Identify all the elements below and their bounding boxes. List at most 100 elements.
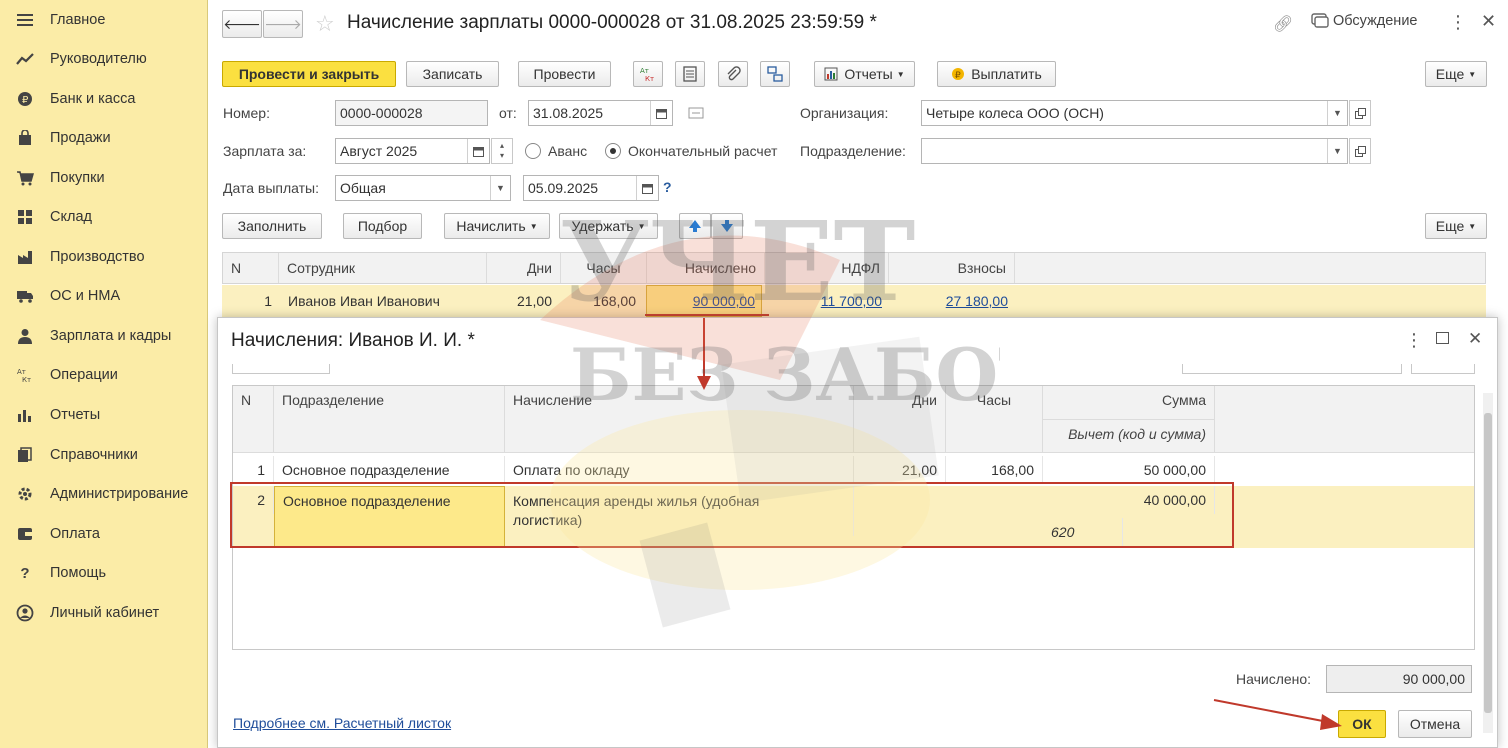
col-days[interactable]: Дни (854, 386, 946, 453)
col-accrual[interactable]: Начисление (505, 386, 854, 453)
grid-more-button[interactable]: Еще ▼ (1425, 213, 1487, 239)
col-days[interactable]: Дни (487, 253, 561, 283)
col-empty (1215, 386, 1474, 453)
paydate-field[interactable]: 05.09.2025 (523, 175, 659, 201)
col-hours[interactable]: Часы (561, 253, 647, 283)
col-sum[interactable]: Сумма (1043, 386, 1215, 420)
calendar-icon[interactable] (467, 139, 489, 163)
cancel-button[interactable]: Отмена (1398, 710, 1472, 738)
sidebar-item-sales[interactable]: Продажи (0, 120, 208, 156)
fill-button[interactable]: Заполнить (222, 213, 322, 239)
number-field[interactable]: 0000-000028 (335, 100, 488, 126)
col-hours[interactable]: Часы (946, 386, 1043, 453)
col-n[interactable]: N (233, 386, 274, 453)
row-days: 21,00 (516, 293, 552, 309)
sidebar-item-operations[interactable]: Ат Кт Операции (0, 357, 208, 393)
accrue-button[interactable]: Начислить ▼ (444, 213, 550, 239)
more-vert-icon[interactable]: ⋮ (1405, 330, 1423, 351)
chevron-up-icon[interactable]: ▴ (500, 141, 504, 151)
advance-radio[interactable] (525, 143, 541, 159)
scrollbar-thumb[interactable] (1484, 413, 1492, 713)
date-time-icon[interactable] (688, 106, 704, 123)
sidebar-item-payment[interactable]: Оплата (0, 516, 208, 552)
post-and-close-button[interactable]: Провести и закрыть (222, 61, 396, 87)
sidebar-item-catalogs[interactable]: Справочники (0, 437, 208, 473)
more-button[interactable]: Еще ▼ (1425, 61, 1487, 87)
attach-button[interactable] (718, 61, 748, 87)
col-contrib[interactable]: Взносы (889, 253, 1015, 283)
sidebar-item-bank[interactable]: ₽ Банк и касса (0, 81, 208, 117)
document-button[interactable] (675, 61, 705, 87)
col-deduction[interactable]: Вычет (код и сумма) (1043, 420, 1215, 453)
col-dept[interactable]: Подразделение (274, 386, 505, 453)
link-icon[interactable]: 🔗︎ (1273, 14, 1293, 34)
withhold-button[interactable]: Удержать ▼ (559, 213, 658, 239)
sidebar-item-manager[interactable]: Руководителю (0, 41, 208, 77)
paydate-type-field[interactable]: Общая ▼ (335, 175, 511, 201)
salary-month-field[interactable]: Август 2025 (335, 138, 490, 164)
org-field[interactable]: Четыре колеса ООО (ОСН) ▼ (921, 100, 1348, 126)
table-row[interactable]: 1 Иванов Иван Иванович 21,00 168,00 90 0… (222, 285, 1486, 317)
col-n[interactable]: N (223, 253, 279, 283)
move-up-button[interactable] (679, 213, 711, 239)
more-vert-icon[interactable]: ⋮ (1449, 12, 1467, 33)
open-dept-button[interactable] (1349, 138, 1371, 164)
chevron-down-icon[interactable]: ▼ (490, 176, 510, 200)
star-icon[interactable]: ☆ (315, 11, 335, 37)
ok-button[interactable]: ОК (1338, 710, 1386, 738)
structure-button[interactable] (760, 61, 790, 87)
col-employee[interactable]: Сотрудник (279, 253, 487, 283)
row1-days[interactable]: 21,00 (854, 456, 946, 484)
close-icon[interactable]: ✕ (1468, 329, 1482, 349)
maximize-icon[interactable] (1436, 332, 1449, 344)
sidebar-item-warehouse[interactable]: Склад (0, 199, 208, 235)
chevron-down-icon[interactable]: ▼ (1327, 101, 1347, 125)
calendar-icon[interactable] (636, 176, 658, 200)
salary-for-label: Зарплата за: (223, 143, 307, 159)
sidebar-item-help[interactable]: ? Помощь (0, 555, 208, 591)
col-ndfl[interactable]: НДФЛ (765, 253, 889, 283)
forward-button[interactable]: 🡒 (263, 10, 303, 38)
help-icon[interactable]: ? (663, 179, 672, 195)
row1-sum[interactable]: 50 000,00 (1043, 456, 1215, 484)
dept-field[interactable]: ▼ (921, 138, 1348, 164)
sidebar-item-salary[interactable]: Зарплата и кадры (0, 318, 208, 354)
sidebar-item-account[interactable]: Личный кабинет (0, 595, 208, 631)
post-button[interactable]: Провести (518, 61, 611, 87)
pay-button[interactable]: ₽ Выплатить (937, 61, 1056, 87)
payslip-link[interactable]: Подробнее см. Расчетный листок (233, 715, 451, 731)
row-contrib[interactable]: 27 180,00 (888, 285, 1014, 317)
reports-button[interactable]: Отчеты ▼ (814, 61, 915, 87)
sidebar-item-reports[interactable]: Отчеты (0, 397, 208, 433)
dt-kt-button[interactable]: Ат Кт (633, 61, 663, 87)
row1-accrual[interactable]: Оплата по окладу (505, 456, 854, 484)
search-field[interactable] (1182, 364, 1402, 374)
discussion-button[interactable]: Обсуждение (1311, 13, 1417, 29)
row1-dept[interactable]: Основное подразделение (274, 456, 505, 484)
close-icon[interactable]: ✕ (1481, 11, 1496, 32)
row-employee[interactable]: Иванов Иван Иванович (282, 285, 486, 317)
back-button[interactable]: 🡐 (222, 10, 262, 38)
open-org-button[interactable] (1349, 100, 1371, 126)
month-stepper[interactable]: ▴ ▾ (491, 138, 513, 164)
pick-button[interactable]: Подбор (343, 213, 422, 239)
date-field[interactable]: 31.08.2025 (528, 100, 673, 126)
hidden-button[interactable] (232, 364, 330, 374)
row1-hours[interactable]: 168,00 (946, 456, 1043, 484)
row-ndfl[interactable]: 11 700,00 (764, 285, 888, 317)
sidebar-item-assets[interactable]: ОС и НМА (0, 278, 208, 314)
sidebar-item-purchases[interactable]: Покупки (0, 160, 208, 196)
hidden-button-2[interactable] (1411, 364, 1475, 374)
calendar-icon[interactable] (650, 101, 672, 125)
chevron-down-icon[interactable]: ▼ (1327, 139, 1347, 163)
vertical-scrollbar[interactable] (1483, 393, 1493, 733)
final-radio[interactable] (605, 143, 621, 159)
col-accrued[interactable]: Начислено (647, 253, 765, 283)
sidebar-item-admin[interactable]: Администрирование (0, 476, 208, 512)
row-accrued[interactable]: 90 000,00 (646, 285, 762, 317)
move-down-button[interactable] (711, 213, 743, 239)
save-button[interactable]: Записать (406, 61, 499, 87)
sidebar-item-production[interactable]: Производство (0, 239, 208, 275)
chevron-down-icon[interactable]: ▾ (500, 151, 504, 161)
sidebar-item-main[interactable]: Главное (0, 2, 208, 38)
